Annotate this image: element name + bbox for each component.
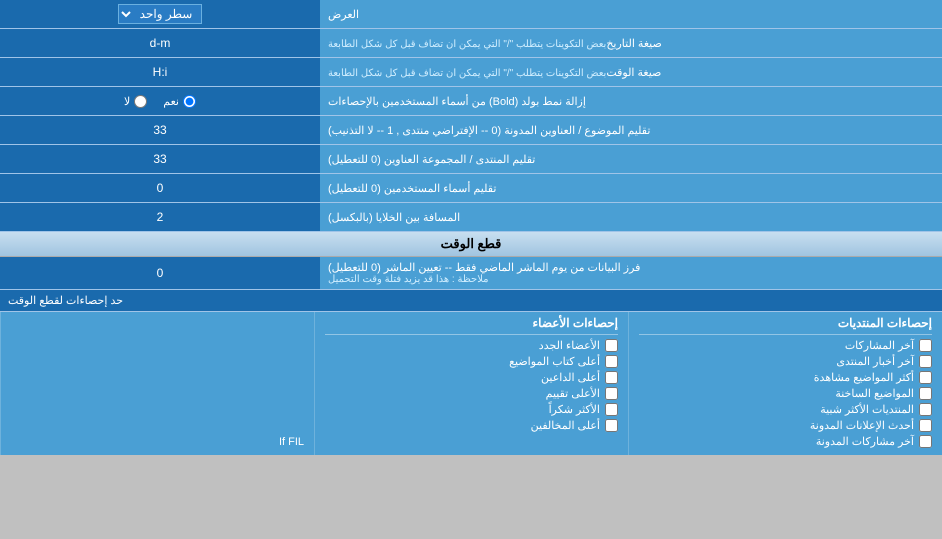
display-label: العرض bbox=[320, 0, 942, 28]
col2-label-2: أعلى الداعين bbox=[541, 371, 600, 384]
col1-label-3: المواضيع الساخنة bbox=[835, 387, 914, 400]
col1-cb-3[interactable] bbox=[919, 387, 932, 400]
checkboxes-area: إحصاءات المنتديات آخر المشاركات آخر أخبا… bbox=[0, 312, 942, 455]
col2-item-3: الأعلى تقييم bbox=[325, 387, 618, 400]
col1-item-2: أكثر المواضيع مشاهدة bbox=[639, 371, 932, 384]
time-format-note: بعض التكوينات يتطلب "/" التي يمكن ان تضا… bbox=[328, 68, 606, 79]
col2-item-1: أعلى كتاب المواضيع bbox=[325, 355, 618, 368]
col1-label-4: المنتديات الأكثر شبية bbox=[820, 403, 914, 416]
col1-item-0: آخر المشاركات bbox=[639, 339, 932, 352]
col2-label-0: الأعضاء الجدد bbox=[539, 339, 600, 352]
col2-cb-0[interactable] bbox=[605, 339, 618, 352]
usernames-input[interactable] bbox=[6, 181, 314, 195]
col2-cb-4[interactable] bbox=[605, 403, 618, 416]
col1-item-3: المواضيع الساخنة bbox=[639, 387, 932, 400]
time-format-input-wrap: H:i bbox=[0, 58, 320, 86]
col2-cb-3[interactable] bbox=[605, 387, 618, 400]
col1-cb-4[interactable] bbox=[919, 403, 932, 416]
col2-label-4: الأكثر شكراً bbox=[549, 403, 600, 416]
cutoff-note: ملاحظة : هذا قد يزيد فتلة وقت التحميل bbox=[328, 274, 489, 285]
col1-cb-2[interactable] bbox=[919, 371, 932, 384]
main-container: العرض سطر واحد سطران ثلاثة أسطر صيغة الت… bbox=[0, 0, 942, 455]
bold-label: إزالة نمط بولد (Bold) من أسماء المستخدمي… bbox=[320, 87, 942, 115]
col1-label-6: آخر مشاركات المدونة bbox=[816, 435, 914, 448]
gap-input[interactable] bbox=[6, 210, 314, 224]
display-select-wrap: سطر واحد سطران ثلاثة أسطر bbox=[0, 0, 320, 28]
usernames-input-wrap bbox=[0, 174, 320, 202]
gap-input-wrap bbox=[0, 203, 320, 231]
col2-item-5: أعلى المخالفين bbox=[325, 419, 618, 432]
col1-cb-6[interactable] bbox=[919, 435, 932, 448]
date-format-row: صيغة التاريخ بعض التكوينات يتطلب "/" الت… bbox=[0, 29, 942, 58]
forum-trim-label: تقليم المنتدى / المجموعة العناوين (0 للت… bbox=[320, 145, 942, 173]
bold-radio-wrap: نعم لا bbox=[0, 87, 320, 115]
col2-header: إحصاءات الأعضاء bbox=[325, 316, 618, 335]
topics-label: تقليم الموضوع / العناوين المدونة (0 -- ا… bbox=[320, 116, 942, 144]
date-format-label: صيغة التاريخ بعض التكوينات يتطلب "/" الت… bbox=[320, 29, 942, 57]
usernames-row: تقليم أسماء المستخدمين (0 للتعطيل) bbox=[0, 174, 942, 203]
topics-input-wrap bbox=[0, 116, 320, 144]
col2: إحصاءات الأعضاء الأعضاء الجدد أعلى كتاب … bbox=[314, 312, 628, 455]
cutoff-limit-label: حد إحصاءات لقطع الوقت bbox=[0, 290, 942, 311]
col1: إحصاءات المنتديات آخر المشاركات آخر أخبا… bbox=[628, 312, 942, 455]
stats-header-row: حد إحصاءات لقطع الوقت bbox=[0, 290, 942, 312]
col2-cb-5[interactable] bbox=[605, 419, 618, 432]
col1-cb-1[interactable] bbox=[919, 355, 932, 368]
display-row: العرض سطر واحد سطران ثلاثة أسطر bbox=[0, 0, 942, 29]
cutoff-row: فرز البيانات من يوم الماشر الماضي فقط --… bbox=[0, 257, 942, 290]
if-fil-note: If FIL bbox=[11, 336, 304, 448]
time-format-input[interactable]: H:i bbox=[6, 65, 314, 79]
col2-item-0: الأعضاء الجدد bbox=[325, 339, 618, 352]
col1-label-5: أحدث الإعلانات المدونة bbox=[810, 419, 914, 432]
col2-label-1: أعلى كتاب المواضيع bbox=[509, 355, 600, 368]
usernames-label: تقليم أسماء المستخدمين (0 للتعطيل) bbox=[320, 174, 942, 202]
time-format-row: صيغة الوقت بعض التكوينات يتطلب "/" التي … bbox=[0, 58, 942, 87]
topics-row: تقليم الموضوع / العناوين المدونة (0 -- ا… bbox=[0, 116, 942, 145]
col2-item-2: أعلى الداعين bbox=[325, 371, 618, 384]
col2-label-5: أعلى المخالفين bbox=[531, 419, 600, 432]
cutoff-input[interactable] bbox=[6, 266, 314, 280]
time-format-label: صيغة الوقت بعض التكوينات يتطلب "/" التي … bbox=[320, 58, 942, 86]
col1-label-1: آخر أخبار المنتدى bbox=[836, 355, 914, 368]
date-format-input[interactable]: d-m bbox=[6, 36, 314, 50]
bold-row: إزالة نمط بولد (Bold) من أسماء المستخدمي… bbox=[0, 87, 942, 116]
date-format-note: بعض التكوينات يتطلب "/" التي يمكن ان تضا… bbox=[328, 39, 606, 50]
bold-no-label[interactable]: لا bbox=[124, 95, 147, 108]
cutoff-row-label: فرز البيانات من يوم الماشر الماضي فقط --… bbox=[320, 257, 942, 289]
bold-yes-radio[interactable] bbox=[183, 95, 196, 108]
forum-trim-input[interactable] bbox=[6, 152, 314, 166]
gap-row: المسافة بين الخلايا (بالبكسل) bbox=[0, 203, 942, 232]
topics-input[interactable] bbox=[6, 123, 314, 137]
gap-label: المسافة بين الخلايا (بالبكسل) bbox=[320, 203, 942, 231]
col2-cb-2[interactable] bbox=[605, 371, 618, 384]
forum-trim-row: تقليم المنتدى / المجموعة العناوين (0 للت… bbox=[0, 145, 942, 174]
col3: If FIL bbox=[0, 312, 314, 455]
col1-label-2: أكثر المواضيع مشاهدة bbox=[814, 371, 914, 384]
col1-item-4: المنتديات الأكثر شبية bbox=[639, 403, 932, 416]
col1-item-1: آخر أخبار المنتدى bbox=[639, 355, 932, 368]
cutoff-input-wrap bbox=[0, 257, 320, 289]
forum-trim-input-wrap bbox=[0, 145, 320, 173]
col1-cb-0[interactable] bbox=[919, 339, 932, 352]
display-select[interactable]: سطر واحد سطران ثلاثة أسطر bbox=[118, 4, 202, 24]
bold-no-radio[interactable] bbox=[134, 95, 147, 108]
bold-yes-label[interactable]: نعم bbox=[163, 95, 196, 108]
col2-cb-1[interactable] bbox=[605, 355, 618, 368]
date-format-input-wrap: d-m bbox=[0, 29, 320, 57]
col2-item-4: الأكثر شكراً bbox=[325, 403, 618, 416]
cutoff-section-header: قطع الوقت bbox=[0, 232, 942, 257]
col1-item-6: آخر مشاركات المدونة bbox=[639, 435, 932, 448]
col2-label-3: الأعلى تقييم bbox=[546, 387, 600, 400]
col1-cb-5[interactable] bbox=[919, 419, 932, 432]
col1-header: إحصاءات المنتديات bbox=[639, 316, 932, 335]
col1-label-0: آخر المشاركات bbox=[845, 339, 914, 352]
col1-item-5: أحدث الإعلانات المدونة bbox=[639, 419, 932, 432]
